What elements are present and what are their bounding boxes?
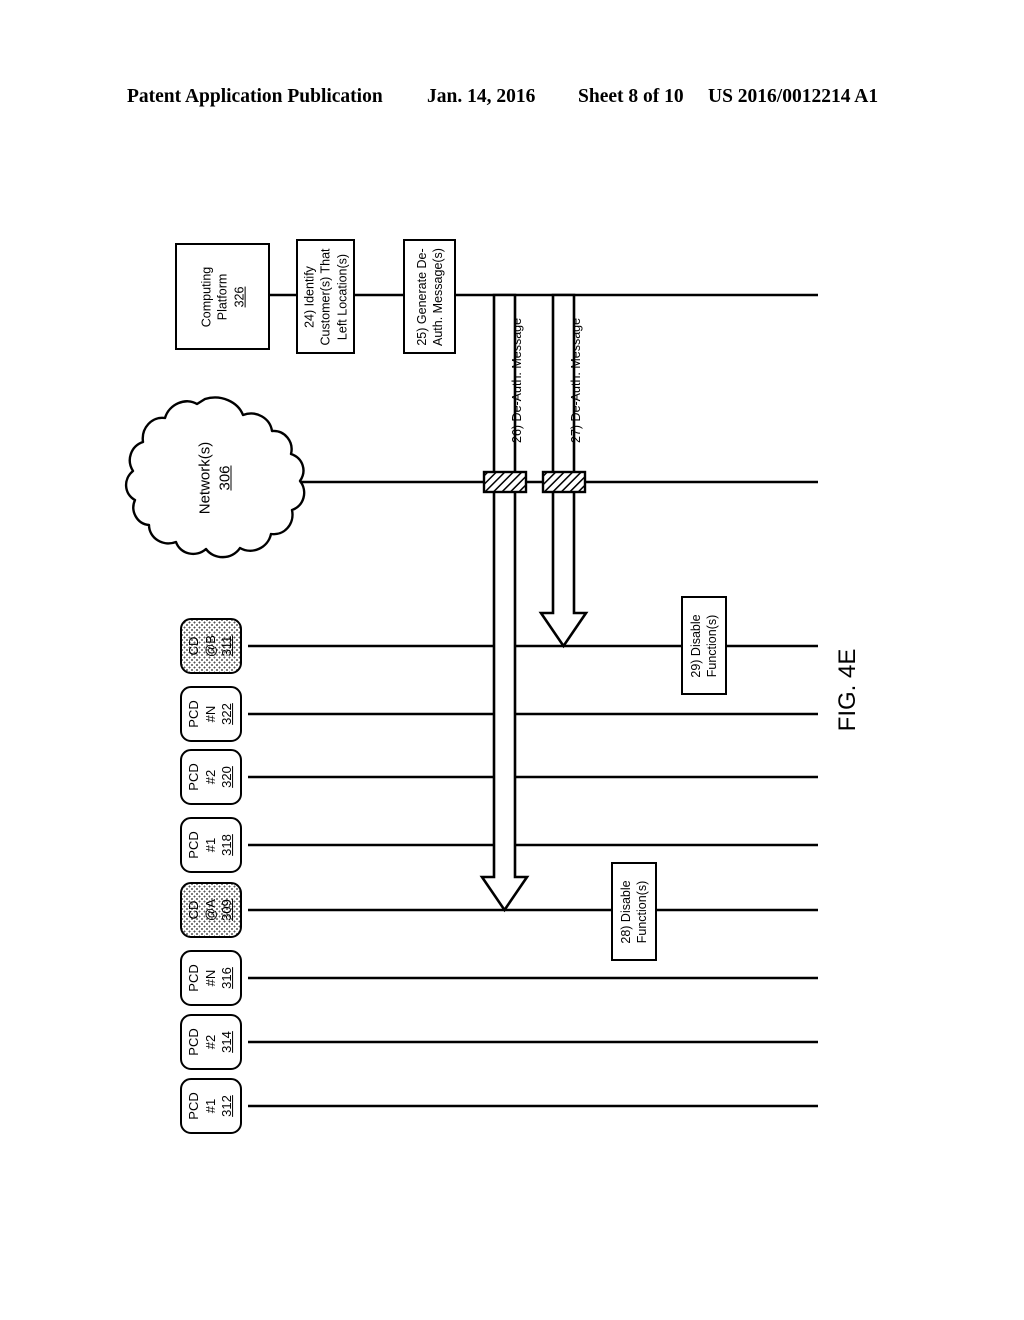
device-box-cd-a-309[interactable]: CD @A 309	[180, 882, 242, 938]
patent-figure-4e: Network(s) 306 Computing Platform 326 24…	[0, 0, 1024, 1320]
arrow-26-label: 26) De-Auth. Message	[510, 317, 524, 443]
step-25-line1: 25) Generate De-	[414, 247, 429, 346]
computing-platform-line2: Platform	[215, 273, 230, 320]
device-pcd-2-320-line2: #2	[202, 769, 218, 785]
device-cd-b-311-label: CD @B 311	[186, 635, 236, 657]
step-24-line1: 24) Identify	[302, 265, 317, 328]
device-pcd-2-320-ref: 320	[219, 766, 235, 788]
device-cd-b-311-ref: 311	[219, 635, 235, 657]
device-cd-a-309-line2: @A	[202, 899, 218, 921]
device-pcd-1-318-label: PCD #1 318	[186, 831, 236, 858]
device-pcd-1-318-line2: #1	[202, 837, 218, 853]
network-ref-number: 306	[216, 465, 233, 491]
device-pcd-n-322-ref: 322	[219, 703, 235, 725]
figure-caption: FIG. 4E	[834, 648, 861, 732]
device-cd-a-309-label: CD @A 309	[186, 899, 236, 921]
device-pcd-2-320-line1: PCD	[186, 763, 202, 791]
step-29-box[interactable]: 29) Disable Function(s)	[681, 596, 727, 695]
device-cd-a-309-line1: CD	[186, 900, 202, 920]
step-29-line2: Function(s)	[705, 614, 719, 677]
device-cd-b-311-line2: @B	[202, 635, 218, 657]
step-25-line2: Auth. Message(s)	[430, 247, 445, 346]
computing-platform-label: Computing Platform 326	[198, 266, 247, 326]
step-28-label: 28) Disable Function(s)	[618, 880, 651, 943]
device-pcd-n-316-line2: #N	[202, 969, 218, 987]
device-box-pcd-2-320[interactable]: PCD #2 320	[180, 749, 242, 805]
device-pcd-1-312-line2: #1	[202, 1098, 218, 1114]
device-box-pcd-n-316[interactable]: PCD #N 316	[180, 950, 242, 1006]
arrow-27-label: 27) De-Auth. Message	[569, 317, 583, 443]
device-pcd-2-314-line2: #2	[202, 1034, 218, 1050]
device-pcd-n-322-label: PCD #N 322	[186, 700, 236, 727]
device-pcd-n-316-label: PCD #N 316	[186, 964, 236, 991]
device-cd-b-311-line1: CD	[186, 636, 202, 656]
network-cloud-label: Network(s) 306	[196, 442, 235, 515]
device-box-pcd-2-314[interactable]: PCD #2 314	[180, 1014, 242, 1070]
device-box-pcd-n-322[interactable]: PCD #N 322	[180, 686, 242, 742]
device-pcd-1-312-line1: PCD	[186, 1092, 202, 1120]
computing-platform-ref: 326	[231, 286, 246, 307]
step-24-label: 24) Identify Customer(s) That Left Locat…	[301, 248, 350, 345]
computing-platform-line1: Computing	[199, 266, 214, 327]
device-pcd-1-318-line1: PCD	[186, 831, 202, 859]
step-25-label: 25) Generate De- Auth. Message(s)	[413, 248, 446, 346]
step-25-box[interactable]: 25) Generate De- Auth. Message(s)	[403, 239, 456, 354]
computing-platform-box[interactable]: Computing Platform 326	[175, 243, 270, 350]
network-label-text: Network(s)	[196, 441, 214, 515]
device-pcd-2-320-label: PCD #2 320	[186, 763, 236, 790]
device-cd-a-309-ref: 309	[219, 899, 235, 921]
step-28-line2: Function(s)	[635, 880, 649, 943]
device-pcd-2-314-label: PCD #2 314	[186, 1028, 236, 1055]
network-crossing-hatch-26	[482, 470, 528, 494]
device-pcd-2-314-ref: 314	[219, 1031, 235, 1053]
device-pcd-n-322-line2: #N	[202, 705, 218, 723]
step-28-line1: 28) Disable	[618, 879, 633, 944]
device-box-cd-b-311[interactable]: CD @B 311	[180, 618, 242, 674]
device-pcd-n-316-ref: 316	[219, 967, 235, 989]
device-pcd-n-316-line1: PCD	[186, 964, 202, 992]
device-pcd-2-314-line1: PCD	[186, 1028, 202, 1056]
device-box-pcd-1-312[interactable]: PCD #1 312	[180, 1078, 242, 1134]
device-pcd-1-312-ref: 312	[219, 1095, 235, 1117]
device-pcd-1-312-label: PCD #1 312	[186, 1092, 236, 1119]
step-29-label: 29) Disable Function(s)	[688, 614, 721, 677]
figure-vector-layer	[124, 293, 818, 1108]
device-pcd-1-318-ref: 318	[219, 834, 235, 856]
step-24-line3: Left Location(s)	[334, 253, 349, 340]
step-24-line2: Customer(s) That	[318, 247, 333, 346]
device-pcd-n-322-line1: PCD	[186, 700, 202, 728]
network-crossing-hatch-27	[541, 470, 587, 494]
step-28-box[interactable]: 28) Disable Function(s)	[611, 862, 657, 961]
device-box-pcd-1-318[interactable]: PCD #1 318	[180, 817, 242, 873]
step-24-box[interactable]: 24) Identify Customer(s) That Left Locat…	[296, 239, 355, 354]
step-29-line1: 29) Disable	[688, 613, 703, 678]
